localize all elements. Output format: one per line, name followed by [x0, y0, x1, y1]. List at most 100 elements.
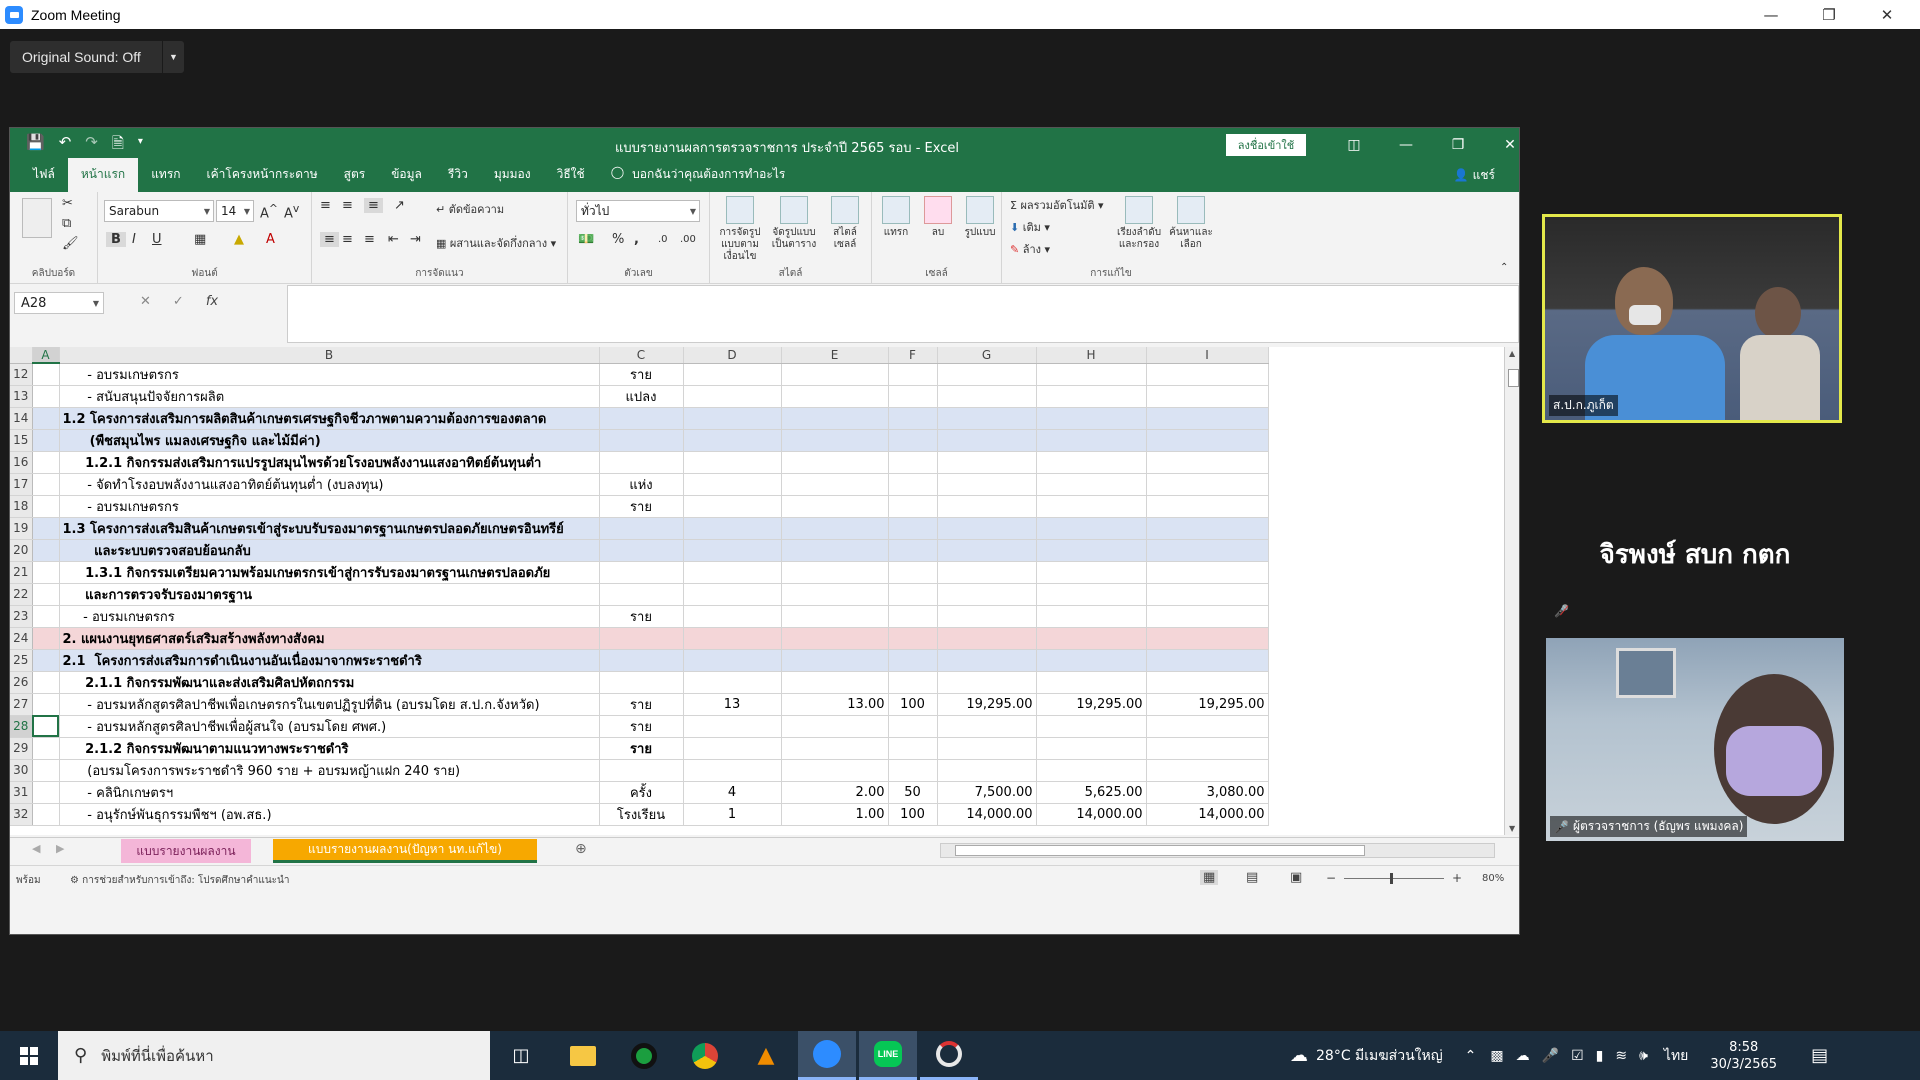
cell-c[interactable] — [599, 517, 684, 540]
tab-page-layout[interactable]: เค้าโครงหน้ากระดาษ — [194, 165, 331, 192]
taskbar-search-box[interactable]: ⚲ พิมพ์ที่นี่เพื่อค้นหา — [58, 1031, 490, 1080]
cell-g[interactable] — [937, 385, 1037, 408]
sheet-tab-report-problems[interactable]: แบบรายงานผลงาน(ปัญหา นท.แก้ไข) — [273, 839, 537, 863]
increase-decimal-icon[interactable]: .0 — [658, 234, 668, 245]
enter-icon[interactable]: ✓ — [173, 294, 184, 309]
cell-e[interactable] — [781, 759, 889, 782]
cell-h[interactable] — [1036, 429, 1147, 452]
cell-d[interactable] — [683, 539, 782, 562]
zoom-slider[interactable] — [1344, 873, 1444, 884]
cancel-icon[interactable]: ✕ — [140, 294, 151, 309]
cell-h[interactable] — [1036, 517, 1147, 540]
row-header[interactable]: 21 — [10, 561, 33, 584]
cell-a[interactable] — [32, 363, 60, 386]
cell-d[interactable]: 4 — [683, 781, 782, 804]
tab-view[interactable]: มุมมอง — [481, 165, 544, 192]
cell-h[interactable] — [1036, 627, 1147, 650]
cell-b[interactable]: 2. แผนงานยุทธศาสตร์เสริมสร้างพลังทางสังค… — [59, 627, 600, 650]
cell-d[interactable] — [683, 627, 782, 650]
cell-e[interactable] — [781, 407, 889, 430]
cell-a[interactable] — [32, 627, 60, 650]
cell-c[interactable] — [599, 627, 684, 650]
row-header[interactable]: 22 — [10, 583, 33, 606]
cell-b[interactable]: 2.1.2 กิจกรรมพัฒนาตามแนวทางพระราชดำริ — [59, 737, 600, 760]
cell-g[interactable] — [937, 605, 1037, 628]
collapse-ribbon-icon[interactable]: ⌃ — [1500, 262, 1508, 273]
row-header[interactable]: 27 — [10, 693, 33, 716]
col-header-e[interactable]: E — [781, 347, 889, 364]
cell-e[interactable] — [781, 649, 889, 672]
font-color-icon[interactable]: A — [266, 232, 275, 247]
participant-video-1[interactable]: ส.ป.ก.ภูเก็ต — [1542, 214, 1842, 423]
number-format-select[interactable]: ทั่วไป ▼ — [576, 200, 700, 222]
cell-e[interactable] — [781, 517, 889, 540]
zoom-slider-thumb[interactable] — [1390, 873, 1393, 884]
cell-a[interactable] — [32, 517, 60, 540]
spreadsheet-grid[interactable]: A B C D E F G H I 12 - อบรมเกษตรกร ราย 13 … — [10, 347, 1504, 835]
cell-a[interactable] — [32, 429, 60, 452]
cell-h[interactable] — [1036, 561, 1147, 584]
cell-b[interactable]: - อบรมหลักสูตรศิลปาชีพเพื่อเกษตรกรในเขตป… — [59, 693, 600, 716]
cell-c[interactable]: ราย — [599, 605, 684, 628]
chrome-icon[interactable] — [676, 1031, 734, 1080]
select-all-corner[interactable] — [10, 347, 33, 364]
cell-c[interactable]: ราย — [599, 495, 684, 518]
cell-i[interactable] — [1146, 649, 1269, 672]
excel-minimize-button[interactable]: — — [1380, 128, 1432, 162]
cell-d[interactable]: 1 — [683, 803, 782, 826]
cell-e[interactable] — [781, 737, 889, 760]
cell-g[interactable] — [937, 759, 1037, 782]
bottom-align-icon[interactable]: ≡ — [364, 198, 383, 213]
page-layout-view-icon[interactable]: ▤ — [1246, 870, 1258, 885]
borders-icon[interactable]: ▦ — [194, 232, 206, 247]
customize-qat-icon[interactable]: ▾ — [138, 133, 143, 158]
cell-d[interactable] — [683, 737, 782, 760]
cell-g[interactable] — [937, 451, 1037, 474]
chevron-up-icon[interactable]: ⌃ — [1465, 1048, 1477, 1064]
cell-e[interactable] — [781, 363, 889, 386]
cell-g[interactable] — [937, 715, 1037, 738]
cell-c[interactable]: แปลง — [599, 385, 684, 408]
cell-c[interactable] — [599, 671, 684, 694]
wifi-icon[interactable]: ≋ — [1615, 1048, 1627, 1064]
cell-e[interactable] — [781, 671, 889, 694]
conditional-format-button[interactable]: การจัดรูปแบบตามเงื่อนไข — [712, 196, 768, 263]
copy-icon[interactable]: ⧉ — [62, 216, 71, 231]
cell-d[interactable] — [683, 605, 782, 628]
col-header-a[interactable]: A — [32, 347, 60, 364]
cell-h[interactable] — [1036, 759, 1147, 782]
cell-e[interactable]: 13.00 — [781, 693, 889, 716]
font-name-select[interactable]: Sarabun ▼ — [104, 200, 214, 222]
cell-f[interactable] — [888, 627, 938, 650]
cell-c[interactable] — [599, 583, 684, 606]
decrease-decimal-icon[interactable]: .00 — [680, 234, 696, 245]
decrease-indent-icon[interactable]: ⇤ — [388, 232, 399, 247]
accessibility-status[interactable]: ⚙ การช่วยสำหรับการเข้าถึง: โปรดศึกษาคำแน… — [70, 873, 290, 888]
cell-a[interactable] — [32, 495, 60, 518]
prev-sheet-icon[interactable]: ◀ — [32, 842, 40, 855]
cell-b[interactable]: - คลินิกเกษตรฯ — [59, 781, 600, 804]
top-align-icon[interactable]: ≡ — [320, 198, 331, 213]
decrease-font-icon[interactable]: Av — [284, 202, 299, 221]
cell-e[interactable] — [781, 495, 889, 518]
vlc-icon[interactable]: ▲ — [737, 1031, 795, 1080]
cell-g[interactable] — [937, 627, 1037, 650]
close-button[interactable]: ✕ — [1858, 0, 1916, 29]
format-cells-button[interactable]: รูปแบบ — [960, 196, 1000, 239]
cell-f[interactable] — [888, 583, 938, 606]
middle-align-icon[interactable]: ≡ — [342, 198, 353, 213]
cell-i[interactable] — [1146, 451, 1269, 474]
cell-d[interactable] — [683, 759, 782, 782]
cell-h[interactable]: 19,295.00 — [1036, 693, 1147, 716]
cell-d[interactable]: 13 — [683, 693, 782, 716]
row-header[interactable]: 12 — [10, 363, 33, 386]
tell-me-box[interactable]: ◯ บอกฉันว่าคุณต้องการทำอะไร — [598, 165, 799, 192]
cell-g[interactable] — [937, 429, 1037, 452]
cell-g[interactable] — [937, 517, 1037, 540]
orientation-icon[interactable]: ↗ — [394, 198, 405, 213]
wrap-text-button[interactable]: ↵ ตัดข้อความ — [436, 200, 504, 218]
cell-h[interactable] — [1036, 605, 1147, 628]
cell-c[interactable]: โรงเรียน — [599, 803, 684, 826]
cell-a[interactable] — [32, 451, 60, 474]
cell-b[interactable]: - จัดทำโรงอบพลังงานแสงอาทิตย์ต้นทุนต่ำ (… — [59, 473, 600, 496]
